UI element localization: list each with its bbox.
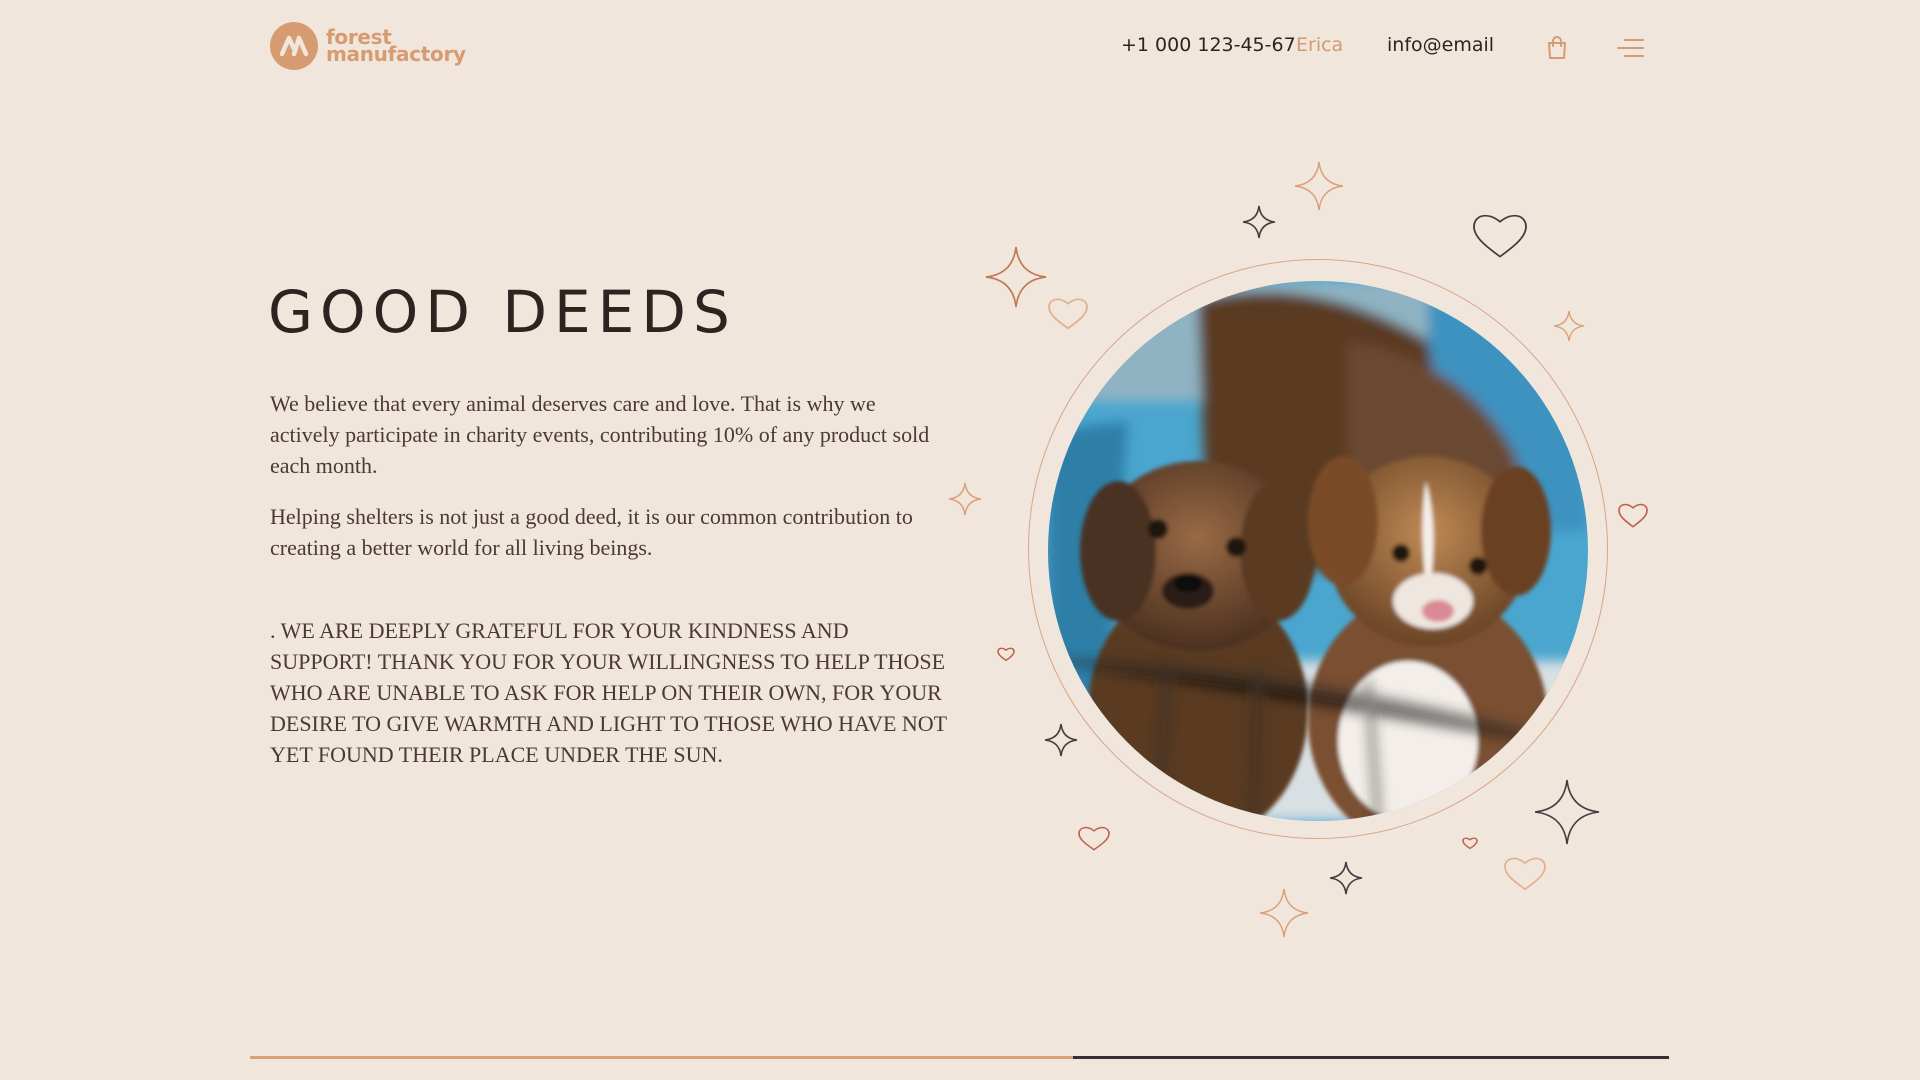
user-name[interactable]: Erica — [1296, 34, 1343, 56]
logo-line-2: manufactory — [326, 42, 466, 66]
gratitude-paragraph: . WE ARE DEEPLY GRATEFUL FOR YOUR KINDNE… — [270, 618, 947, 767]
logo[interactable]: forest manufactory — [270, 22, 466, 70]
intro-paragraph: We believe that every animal deserves ca… — [270, 391, 930, 478]
hamburger-menu-icon[interactable] — [1616, 38, 1644, 62]
slide-progress-fill — [250, 1056, 1074, 1059]
shelter-paragraph: Helping shelters is not just a good deed… — [270, 504, 913, 560]
email-link[interactable]: info@email — [1387, 34, 1494, 56]
site-header: forest manufactory +1 000 123-45-67 Eric… — [270, 22, 1646, 74]
phone-link[interactable]: +1 000 123-45-67 — [1121, 34, 1296, 56]
slide-progress-bar — [250, 1056, 1669, 1059]
puppies-photo — [1048, 281, 1588, 821]
page-title: GOOD DEEDS — [268, 278, 737, 346]
shopping-bag-icon[interactable] — [1546, 36, 1568, 64]
logo-mark-icon — [270, 22, 318, 70]
logo-wordmark: forest manufactory — [326, 27, 466, 66]
